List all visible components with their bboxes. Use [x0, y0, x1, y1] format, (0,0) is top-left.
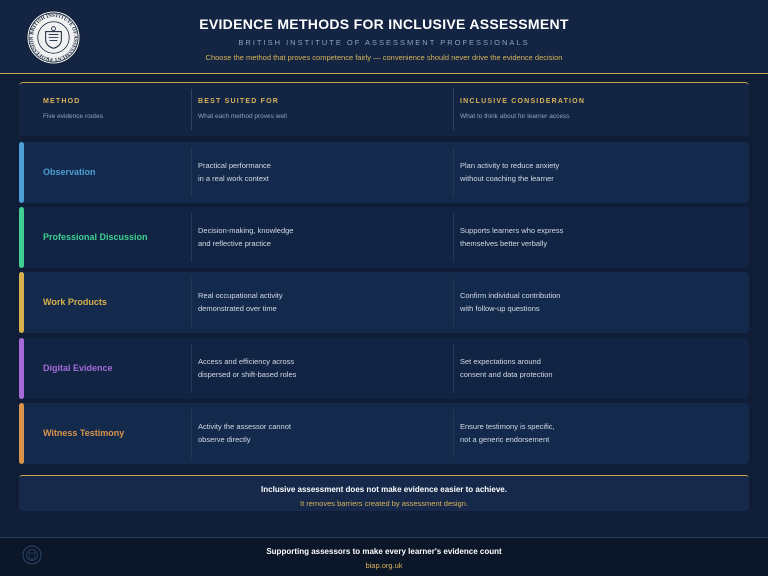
method-name: Witness Testimony [43, 428, 125, 438]
key-message: Inclusive assessment does not make evide… [19, 475, 749, 511]
page-tagline: Choose the method that proves competence… [205, 53, 563, 62]
column-header-inclusive: INCLUSIVE CONSIDERATION What to think ab… [460, 98, 586, 120]
inclusive-line-1: Confirm individual contribution [460, 291, 561, 300]
method-color-bar [19, 403, 24, 464]
method-color-bar [19, 338, 24, 399]
inclusive-line-1: Plan activity to reduce anxiety [460, 161, 560, 170]
column-divider [453, 213, 454, 262]
best-suited-line-2: observe directly [198, 435, 251, 444]
inclusive-line-1: Ensure testimony is specific, [460, 422, 555, 431]
inclusive-line-2: not a generic endorsement [460, 435, 550, 444]
inclusive-line-1: Set expectations around [460, 357, 541, 366]
column-header-method: METHOD Five evidence routes [43, 98, 103, 120]
inclusive-line-2: without coaching the learner [460, 174, 554, 183]
best-suited-line-1: Real occupational activity [198, 291, 283, 300]
footer-message: Supporting assessors to make every learn… [266, 547, 502, 556]
column-divider [453, 89, 454, 130]
table-row: Digital Evidence Access and efficiency ac… [19, 338, 749, 399]
inclusive-consideration-cell: Ensure testimony is specific, not a gener… [460, 420, 555, 446]
best-suited-cell: Real occupational activity demonstrated o… [198, 289, 283, 315]
method-name: Professional Discussion [43, 232, 148, 242]
column-divider [453, 278, 454, 327]
inclusive-consideration-cell: Confirm individual contribution with foll… [460, 289, 560, 315]
table-row: Observation Practical performance in a rea… [19, 142, 749, 203]
method-color-bar [19, 142, 24, 203]
method-color-bar [19, 272, 24, 333]
column-divider [191, 89, 192, 130]
best-suited-line-1: Access and efficiency across [198, 357, 295, 366]
best-suited-line-1: Decision-making, knowledge [198, 226, 294, 235]
table-row: Witness Testimony Activity the assessor c… [19, 403, 749, 464]
column-divider [191, 213, 192, 262]
method-name: Digital Evidence [43, 363, 113, 373]
method-name: Observation [43, 167, 96, 177]
column-divider [191, 409, 192, 458]
method-name: Work Products [43, 297, 107, 307]
page-footer: Supporting assessors to make every learn… [0, 537, 768, 576]
inclusive-consideration-cell: Supports learners who express themselves … [460, 224, 563, 250]
best-suited-line-1: Activity the assessor cannot [198, 422, 291, 431]
column-divider [453, 148, 454, 197]
evidence-methods-table: METHOD Five evidence routes BEST SUITED … [19, 82, 749, 464]
column-divider [191, 344, 192, 393]
inclusive-line-2: with follow-up questions [460, 304, 540, 313]
method-color-bar [19, 207, 24, 268]
inclusive-line-2: themselves better verbally [460, 239, 548, 248]
best-suited-cell: Access and efficiency across dispersed or… [198, 355, 296, 381]
column-divider [191, 148, 192, 197]
key-message-line-2: It removes barriers created by assessmen… [300, 499, 468, 508]
best-suited-line-2: demonstrated over time [198, 304, 277, 313]
table-row: Work Products Real occupational activity d… [19, 272, 749, 333]
inclusive-line-2: consent and data protection [460, 370, 553, 379]
page-header: BRITISH INSTITUTE OF ASSESSMENT PROFESSI… [0, 0, 768, 74]
best-suited-line-2: dispersed or shift-based roles [198, 370, 297, 379]
best-suited-cell: Practical performance in a real work cont… [198, 159, 271, 185]
footer-website-link[interactable]: biap.org.uk [0, 561, 768, 570]
table-row: Professional Discussion Decision-making, … [19, 207, 749, 268]
page-title: EVIDENCE METHODS FOR INCLUSIVE ASSESSMEN… [199, 16, 569, 32]
organization-name: BRITISH INSTITUTE OF ASSESSMENT PROFESSI… [238, 38, 530, 47]
inclusive-consideration-cell: Set expectations around consent and data … [460, 355, 553, 381]
best-suited-line-2: in a real work context [198, 174, 269, 183]
inclusive-consideration-cell: Plan activity to reduce anxiety without c… [460, 159, 559, 185]
best-suited-line-1: Practical performance [198, 161, 271, 170]
table-header: METHOD Five evidence routes BEST SUITED … [19, 82, 749, 136]
column-divider [453, 344, 454, 393]
best-suited-cell: Activity the assessor cannot observe dire… [198, 420, 291, 446]
best-suited-line-2: and reflective practice [198, 239, 271, 248]
best-suited-cell: Decision-making, knowledge and reflective… [198, 224, 293, 250]
inclusive-line-1: Supports learners who express [460, 226, 564, 235]
column-header-best-suited: BEST SUITED FOR What each method proves … [198, 98, 287, 120]
key-message-line-1: Inclusive assessment does not make evide… [261, 485, 507, 494]
column-divider [191, 278, 192, 327]
column-divider [453, 409, 454, 458]
